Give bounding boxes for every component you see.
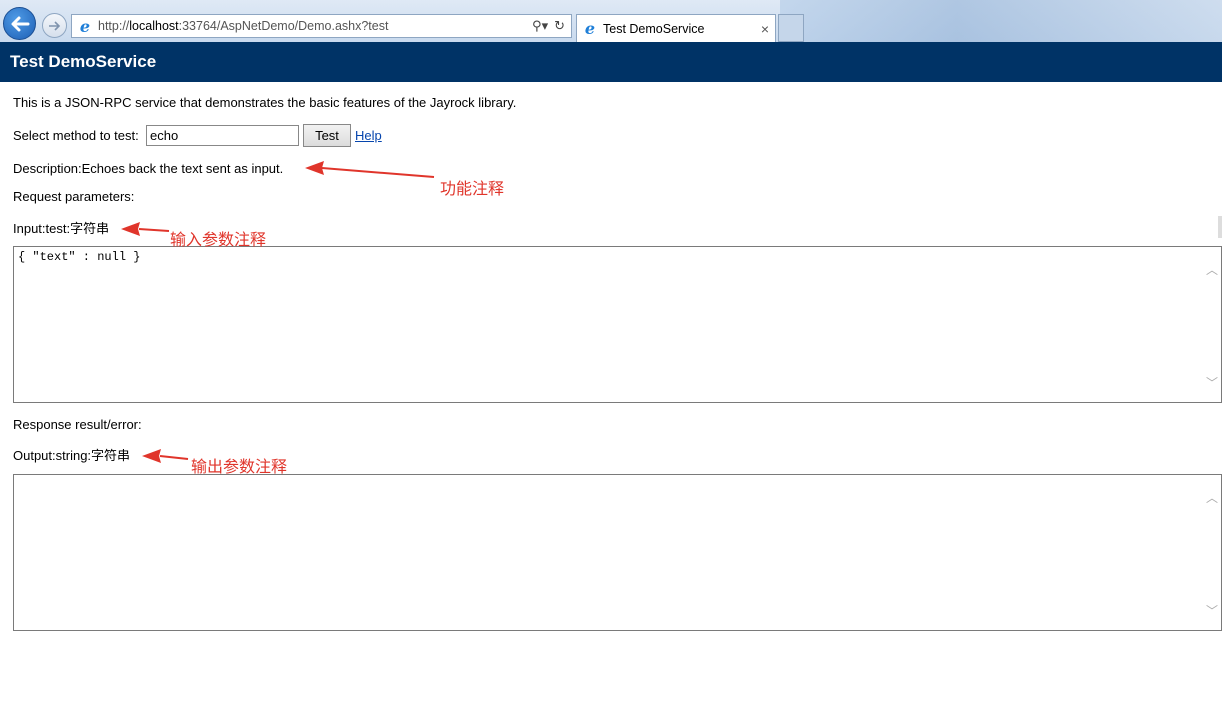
tab-test-demoservice[interactable]: e Test DemoService × bbox=[576, 14, 776, 42]
method-input[interactable] bbox=[146, 125, 299, 146]
request-body: { "text" : null } bbox=[18, 250, 141, 264]
back-arrow-icon bbox=[11, 16, 29, 31]
input-annotation: 输入参数注释 bbox=[170, 230, 267, 249]
intro-text: This is a JSON-RPC service that demonstr… bbox=[13, 95, 517, 110]
url-text[interactable]: http://localhost:33764/AspNetDemo/Demo.a… bbox=[98, 19, 532, 33]
ie-logo-icon: e bbox=[79, 16, 91, 36]
output-annotation-arrow bbox=[142, 449, 189, 463]
scroll-down-icon[interactable]: ﹀ bbox=[1205, 602, 1219, 618]
description-text: Description:Echoes back the text sent as… bbox=[13, 161, 284, 176]
output-label: Output:string:字符串 bbox=[13, 448, 131, 463]
request-label: Request parameters: bbox=[13, 189, 135, 204]
browser-toolbar: e http://localhost:33764/AspNetDemo/Demo… bbox=[0, 0, 1222, 43]
address-bar[interactable]: e http://localhost:33764/AspNetDemo/Demo… bbox=[71, 14, 572, 38]
select-method-label: Select method to test: bbox=[13, 128, 139, 143]
request-textarea[interactable]: { "text" : null } ︿ ﹀ bbox=[13, 246, 1222, 403]
page-title: Test DemoService bbox=[0, 42, 1222, 82]
new-tab-button[interactable] bbox=[778, 14, 804, 42]
input-annotation-arrow bbox=[121, 222, 170, 236]
search-icon[interactable]: ⚲▾ bbox=[532, 18, 548, 34]
response-textarea[interactable]: ︿ ﹀ bbox=[13, 474, 1222, 631]
response-label: Response result/error: bbox=[13, 417, 142, 432]
close-icon[interactable]: × bbox=[761, 21, 769, 37]
scroll-up-icon[interactable]: ︿ bbox=[1205, 261, 1219, 277]
forward-arrow-icon bbox=[48, 20, 60, 31]
window-background bbox=[780, 0, 1222, 42]
ie-logo-icon: e bbox=[584, 19, 596, 38]
scroll-down-icon[interactable]: ﹀ bbox=[1205, 374, 1219, 390]
refresh-icon[interactable]: ↻ bbox=[554, 18, 565, 34]
scroll-up-icon[interactable]: ︿ bbox=[1205, 489, 1219, 505]
edge-marker bbox=[1218, 216, 1222, 238]
forward-button[interactable] bbox=[42, 13, 67, 38]
function-annotation-arrow bbox=[305, 161, 435, 178]
tab-title: Test DemoService bbox=[603, 21, 705, 36]
function-annotation: 功能注释 bbox=[440, 179, 505, 198]
back-button[interactable] bbox=[3, 7, 36, 40]
help-link[interactable]: Help bbox=[355, 128, 382, 143]
test-button[interactable]: Test bbox=[303, 124, 351, 147]
input-label: Input:test:字符串 bbox=[13, 221, 110, 236]
output-annotation: 输出参数注释 bbox=[191, 457, 288, 476]
